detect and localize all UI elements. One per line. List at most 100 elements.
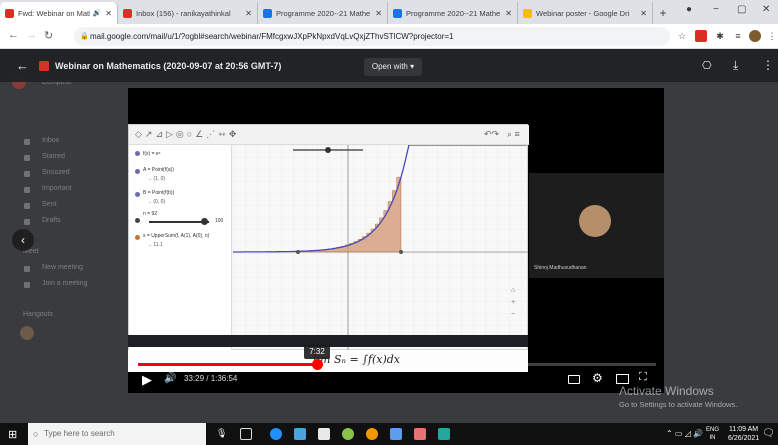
caret-down-icon: ▾ — [410, 62, 415, 71]
gmail-favicon-icon — [5, 8, 14, 18]
word-icon[interactable] — [390, 428, 402, 440]
back-arrow-icon[interactable]: ← — [8, 29, 19, 41]
slides-favicon-icon — [263, 8, 272, 18]
store-icon[interactable] — [318, 428, 330, 440]
profile-icon[interactable]: ● — [686, 4, 692, 15]
microphone-icon[interactable]: 🎙 — [216, 428, 228, 440]
miniplayer-icon[interactable] — [616, 374, 629, 384]
algebra-line-5: n = 92 — [143, 211, 158, 217]
nav-important: Important — [42, 185, 72, 192]
task-view-icon[interactable] — [240, 428, 252, 440]
point-a — [296, 250, 300, 254]
new-tab-button[interactable]: + — [653, 2, 673, 24]
algebra-line-6: s = UpperSum(f, A(1), A(0), n) — [143, 233, 210, 239]
gmail-favicon-icon — [123, 8, 132, 18]
meet-join-meeting: Join a meeting — [42, 280, 88, 287]
tab-close-icon[interactable]: ✕ — [241, 9, 252, 18]
more-options-icon[interactable]: ⋮ — [762, 58, 774, 72]
tab-close-icon[interactable]: ✕ — [636, 9, 647, 18]
draft-icon — [24, 219, 30, 225]
drive-favicon-icon — [523, 8, 532, 18]
slider-knob[interactable] — [201, 218, 208, 225]
lock-icon: 🔒 — [80, 33, 89, 40]
photos-icon[interactable] — [294, 428, 306, 440]
attachment-preview-header: ← Webinar on Mathematics (2020-09-07 at … — [0, 49, 778, 82]
tab-programme-2[interactable]: Programme 2020--21 Mathe ✕ — [388, 2, 518, 24]
algebra-line-4: → (0, 0) — [147, 199, 166, 205]
reload-icon[interactable]: ↻ — [44, 29, 53, 42]
star-icon — [24, 155, 30, 161]
tab-fwd-webinar[interactable]: Fwd: Webinar on Mathe 🔊 ✕ — [0, 2, 118, 24]
chrome-icon[interactable] — [366, 428, 378, 440]
progress-bar[interactable] — [138, 359, 656, 370]
inbox-icon — [24, 139, 30, 145]
avatar[interactable] — [749, 30, 761, 42]
object-dot-icon — [135, 151, 140, 156]
browser-toolbar: ← → ↻ 🔒 mail.google.com/mail/u/1/?ogbl#s… — [0, 24, 778, 49]
tab-inbox[interactable]: Inbox (156) - ranikayathinkal ✕ — [118, 2, 258, 24]
geogebra-toolbar: ◇↗⊿▷◎○∠⋰⇿✥ ↶↷ ⌕ ≡ — [129, 125, 529, 145]
menu-dots-icon[interactable]: ⋮ — [766, 30, 778, 42]
teams-icon[interactable] — [438, 428, 450, 440]
player-controls: ▶ 🔊 33:29 / 1:36:54 ⚙ ⛶ — [128, 369, 664, 393]
back-arrow-icon[interactable]: ← — [16, 58, 29, 73]
slider-track[interactable] — [149, 221, 209, 223]
tab-close-icon[interactable]: ✕ — [101, 9, 112, 18]
playlist-icon[interactable]: ≡ — [732, 30, 744, 42]
participant-tile: Shinoj Madhusudhanan — [529, 173, 664, 278]
clock-icon — [24, 171, 30, 177]
powerpoint-icon[interactable] — [414, 428, 426, 440]
close-window-button[interactable]: ✕ — [762, 4, 770, 15]
zoom-controls-icon: ⌂ + − — [511, 287, 516, 318]
search-icon: ○ — [33, 429, 39, 439]
language-indicator[interactable]: ENG IN — [706, 426, 719, 442]
meet-new-meeting: New meeting — [42, 264, 83, 271]
time-display: 33:29 / 1:36:54 — [184, 374, 238, 383]
video-file-icon — [39, 61, 49, 71]
taskbar-search-box[interactable]: ○ Type here to search — [28, 423, 206, 445]
algebra-line-3: B = Point(f(b)) — [143, 190, 175, 196]
geogebra-tool-icons: ◇↗⊿▷◎○∠⋰⇿✥ — [135, 129, 240, 139]
tab-programme-1[interactable]: Programme 2020--21 Mathe ✕ — [258, 2, 388, 24]
app-icon[interactable] — [342, 428, 354, 440]
previous-attachment-button[interactable]: ‹ — [12, 229, 34, 251]
graph-slider-knob[interactable] — [325, 147, 331, 153]
settings-gear-icon[interactable]: ⚙ — [592, 371, 603, 385]
download-icon[interactable]: ⤓ — [733, 58, 738, 73]
notifications-icon[interactable]: 🗨 — [762, 428, 775, 439]
progress-fill — [138, 363, 317, 366]
minimize-button[interactable]: − — [713, 4, 719, 15]
edge-icon[interactable] — [270, 428, 282, 440]
maximize-button[interactable]: ▢ — [737, 4, 746, 15]
hangouts-label: Hangouts — [23, 311, 53, 318]
algebra-line-1: A = Point(f(a)) — [143, 167, 174, 173]
add-to-drive-icon[interactable]: ⎔ — [702, 59, 712, 72]
volume-icon[interactable]: 🔊 — [164, 373, 176, 384]
address-bar[interactable]: 🔒 mail.google.com/mail/u/1/?ogbl#search/… — [74, 27, 670, 46]
tab-close-icon[interactable]: ✕ — [501, 9, 512, 18]
windows-start-icon[interactable]: ⊞ — [8, 428, 17, 441]
bookmark-star-icon[interactable]: ☆ — [676, 30, 688, 42]
pin-extension-icon[interactable]: ✱ — [714, 30, 726, 42]
extension-icon[interactable] — [695, 30, 707, 42]
algebra-line-0: f(x) = eˣ — [143, 151, 161, 157]
audio-playing-icon: 🔊 — [92, 10, 102, 17]
preview-title: Webinar on Mathematics (2020-09-07 at 20… — [55, 61, 282, 71]
system-tray-icons[interactable]: ⌃ ▭ ◿ 🔊 — [666, 429, 703, 438]
participant-name: Shinoj Madhusudhanan — [534, 265, 587, 271]
slider-value: 100 — [215, 218, 224, 224]
forward-arrow-icon[interactable]: → — [26, 29, 37, 41]
captions-icon[interactable] — [568, 375, 580, 384]
nav-snoozed: Snoozed — [42, 169, 70, 176]
activate-windows-watermark: Activate Windows Go to Settings to activ… — [619, 384, 738, 409]
open-with-button[interactable]: Open with ▾ — [364, 58, 422, 76]
taskbar-clock[interactable]: 11:09 AM 6/26/2021 — [728, 425, 759, 443]
send-icon — [24, 203, 30, 209]
url-text: mail.google.com/mail/u/1/?ogbl#search/we… — [90, 32, 454, 41]
video-player[interactable]: ◇↗⊿▷◎○∠⋰⇿✥ ↶↷ ⌕ ≡ f(x) = eˣ A = Point(f(… — [128, 88, 664, 393]
fullscreen-icon[interactable]: ⛶ — [639, 371, 647, 384]
tab-close-icon[interactable]: ✕ — [371, 9, 382, 18]
search-menu-icon: ⌕ ≡ — [507, 129, 520, 139]
play-icon[interactable]: ▶ — [142, 372, 152, 388]
tab-webinar-poster[interactable]: Webinar poster - Google Dri ✕ — [518, 2, 653, 24]
